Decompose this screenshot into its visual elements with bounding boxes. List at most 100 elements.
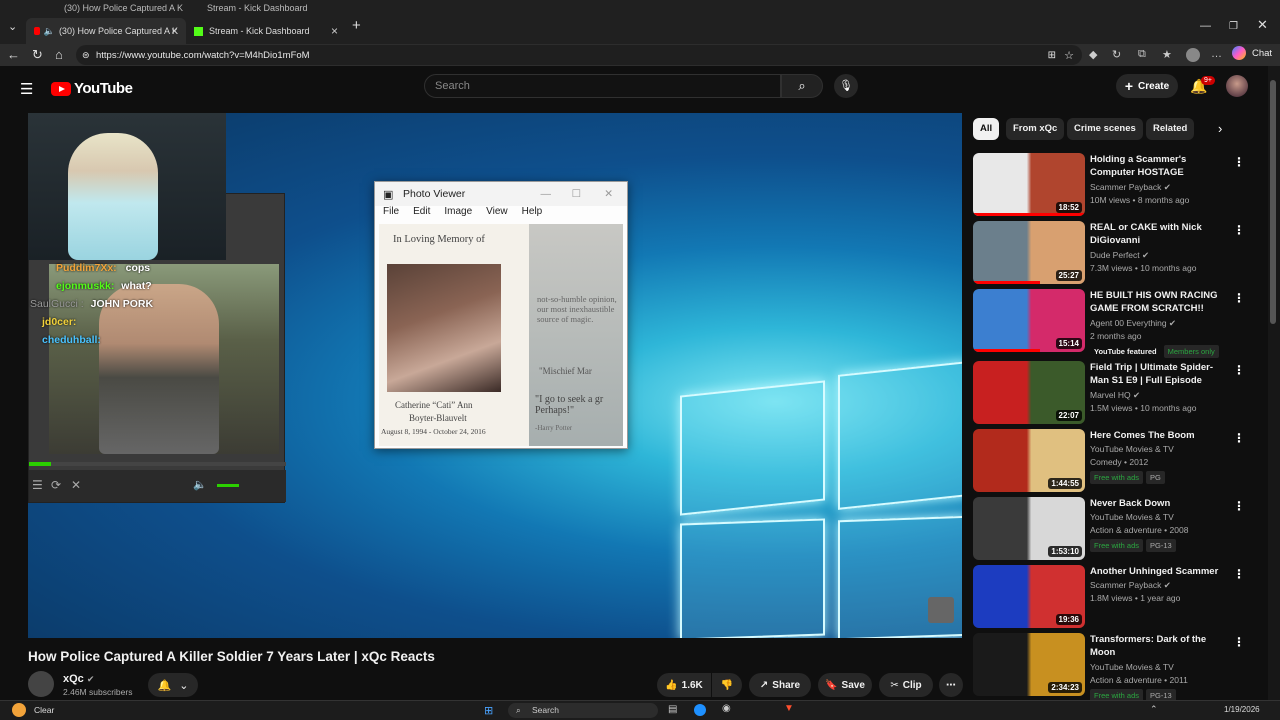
youtube-logo[interactable]: YouTube xyxy=(51,80,133,97)
more-vertical-icon[interactable]: ⋮ xyxy=(1233,499,1245,513)
favorites-icon[interactable]: ★ xyxy=(1162,48,1172,61)
video-thumbnail[interactable]: 1:53:10 xyxy=(973,497,1085,560)
close-tab-icon[interactable]: × xyxy=(171,24,178,38)
new-tab-icon[interactable]: + xyxy=(352,18,361,33)
recommendation-title[interactable]: Holding a Scammer's Computer HOSTAGE xyxy=(1090,153,1230,179)
channel-name[interactable]: xQc ✔ xyxy=(63,673,94,685)
edge-icon[interactable] xyxy=(694,704,706,716)
more-actions-button[interactable]: ⋯ xyxy=(939,673,963,697)
tab-youtube[interactable]: 🔈 (30) How Police Captured A K × xyxy=(26,18,186,44)
chip-all[interactable]: All xyxy=(973,118,1000,140)
site-info-icon[interactable]: ⊜ xyxy=(82,50,90,61)
start-icon[interactable]: ⊞ xyxy=(484,704,493,717)
video-thumbnail[interactable]: 1:44:55 xyxy=(973,429,1085,492)
loop-icon[interactable]: ⟳ xyxy=(51,478,61,492)
minimize-icon[interactable]: — xyxy=(1200,19,1211,33)
recommendation-item[interactable]: 18:52 Holding a Scammer's Computer HOSTAG… xyxy=(973,153,1263,217)
create-button[interactable]: + Create xyxy=(1116,74,1178,98)
more-vertical-icon[interactable]: ⋮ xyxy=(1233,635,1245,649)
video-player[interactable]: ☰ ⟳ ✕ 🔈 Puddim7Xx: cops ejonmuskk: what?… xyxy=(28,113,962,638)
tray-chevron-icon[interactable]: ⌃ xyxy=(1150,704,1158,715)
recommendation-channel[interactable]: Scammer Payback ✔ xyxy=(1090,182,1171,193)
recommendation-item[interactable]: 2:34:23 Transformers: Dark of the Moon You… xyxy=(973,633,1263,702)
split-screen-icon[interactable]: ⧉ xyxy=(1138,48,1146,61)
video-thumbnail[interactable]: 2:34:23 xyxy=(973,633,1085,696)
hamburger-menu-icon[interactable]: ☰ xyxy=(20,80,33,98)
favorite-star-icon[interactable]: ☆ xyxy=(1064,49,1074,62)
like-button[interactable]: 👍 1.6K xyxy=(657,673,711,697)
chip-related[interactable]: Related xyxy=(1146,118,1195,140)
profile-icon[interactable] xyxy=(1186,48,1200,62)
recommendation-channel[interactable]: Agent 00 Everything ✔ xyxy=(1090,318,1176,329)
more-vertical-icon[interactable]: ⋮ xyxy=(1233,431,1245,445)
more-vertical-icon[interactable]: ⋮ xyxy=(1233,155,1245,169)
menu-icon[interactable]: ☰ xyxy=(32,478,43,492)
recommendation-item[interactable]: 1:53:10 Never Back Down YouTube Movies & T… xyxy=(973,497,1263,561)
recommendation-channel[interactable]: Dude Perfect ✔ xyxy=(1090,250,1149,261)
video-thumbnail[interactable]: 18:52 xyxy=(973,153,1085,216)
video-seek-track[interactable] xyxy=(29,462,286,466)
recommendation-item[interactable]: 22:07 Field Trip | Ultimate Spider-Man S1… xyxy=(973,361,1263,425)
more-vertical-icon[interactable]: ⋮ xyxy=(1233,363,1245,377)
video-thumbnail[interactable]: 22:07 xyxy=(973,361,1085,424)
more-vertical-icon[interactable]: ⋮ xyxy=(1233,567,1245,581)
video-thumbnail[interactable]: 19:36 xyxy=(973,565,1085,628)
back-icon[interactable]: ← xyxy=(7,48,20,62)
volume-slider[interactable] xyxy=(217,484,239,487)
search-input[interactable]: Search xyxy=(424,74,781,98)
subscription-bell-button[interactable]: 🔔 ⌄ xyxy=(148,673,198,697)
clip-button[interactable]: ✂ Clip xyxy=(879,673,933,697)
video-thumbnail[interactable]: 15:14 xyxy=(973,289,1085,352)
more-menu-icon[interactable]: … xyxy=(1211,48,1222,60)
menu-image[interactable]: Image xyxy=(444,206,472,222)
channel-watermark[interactable] xyxy=(928,597,954,623)
recommendation-title[interactable]: Another Unhinged Scammer xyxy=(1090,565,1230,578)
search-button[interactable]: ⌕ xyxy=(781,74,823,98)
obs-icon[interactable]: ◉ xyxy=(722,703,731,714)
chip-crime-scenes[interactable]: Crime scenes xyxy=(1067,118,1143,140)
menu-file[interactable]: File xyxy=(383,206,399,222)
recommendation-channel[interactable]: Marvel HQ ✔ xyxy=(1090,390,1140,401)
app-available-icon[interactable]: ⊞ xyxy=(1048,50,1056,61)
close-icon[interactable]: ✕ xyxy=(71,478,81,492)
tab-list-chevron-icon[interactable]: ⌄ xyxy=(8,20,17,34)
recommendation-title[interactable]: REAL or CAKE with Nick DiGiovanni xyxy=(1090,221,1230,247)
recommendation-channel[interactable]: YouTube Movies & TV xyxy=(1090,444,1174,454)
close-window-icon[interactable]: ✕ xyxy=(1257,18,1268,32)
task-view-icon[interactable]: ▤ xyxy=(668,704,677,715)
account-avatar[interactable] xyxy=(1226,75,1248,97)
recommendation-title[interactable]: Transformers: Dark of the Moon xyxy=(1090,633,1230,659)
extension-icon[interactable]: ◆ xyxy=(1089,48,1097,61)
brave-icon[interactable]: ▼ xyxy=(784,703,794,714)
more-vertical-icon[interactable]: ⋮ xyxy=(1233,223,1245,237)
menu-edit[interactable]: Edit xyxy=(413,206,430,222)
more-vertical-icon[interactable]: ⋮ xyxy=(1233,291,1245,305)
recommendation-title[interactable]: Never Back Down xyxy=(1090,497,1230,510)
copilot-chat-button[interactable]: Chat xyxy=(1232,46,1272,60)
channel-avatar[interactable] xyxy=(28,671,54,697)
menu-view[interactable]: View xyxy=(486,206,508,222)
share-button[interactable]: ↗ Share xyxy=(749,673,811,697)
close-tab-icon[interactable]: × xyxy=(331,24,338,38)
recommendation-title[interactable]: Field Trip | Ultimate Spider-Man S1 E9 |… xyxy=(1090,361,1230,387)
recommendation-item[interactable]: 19:36 Another Unhinged Scammer Scammer Pay… xyxy=(973,565,1263,629)
refresh-extension-icon[interactable]: ↻ xyxy=(1112,48,1121,61)
recommendation-channel[interactable]: YouTube Movies & TV xyxy=(1090,512,1174,522)
recommendation-title[interactable]: HE BUILT HIS OWN RACING GAME FROM SCRATC… xyxy=(1090,289,1230,315)
save-button[interactable]: 🔖 Save xyxy=(818,673,872,697)
reload-icon[interactable]: ↻ xyxy=(32,48,43,62)
recommendation-channel[interactable]: YouTube Movies & TV xyxy=(1090,662,1174,672)
url-field[interactable]: ⊜ https://www.youtube.com/watch?v=M4hDio… xyxy=(76,45,1082,65)
close-icon[interactable]: ✕ xyxy=(604,188,613,200)
chips-next-chevron-icon[interactable]: › xyxy=(1218,121,1222,136)
menu-help[interactable]: Help xyxy=(522,206,543,222)
recommendation-item[interactable]: 15:14 HE BUILT HIS OWN RACING GAME FROM S… xyxy=(973,289,1263,358)
voice-search-button[interactable]: 🎙 xyxy=(834,74,858,98)
recommendation-channel[interactable]: Scammer Payback ✔ xyxy=(1090,580,1171,591)
restore-icon[interactable]: ❐ xyxy=(1229,20,1238,34)
recommendation-item[interactable]: 25:27 REAL or CAKE with Nick DiGiovanni Du… xyxy=(973,221,1263,285)
weather-icon[interactable] xyxy=(12,703,26,717)
taskbar-search[interactable]: ⌕ Search xyxy=(508,703,658,718)
recommendation-item[interactable]: 1:44:55 Here Comes The Boom YouTube Movies… xyxy=(973,429,1263,493)
chip-from-xqc[interactable]: From xQc xyxy=(1006,118,1065,140)
